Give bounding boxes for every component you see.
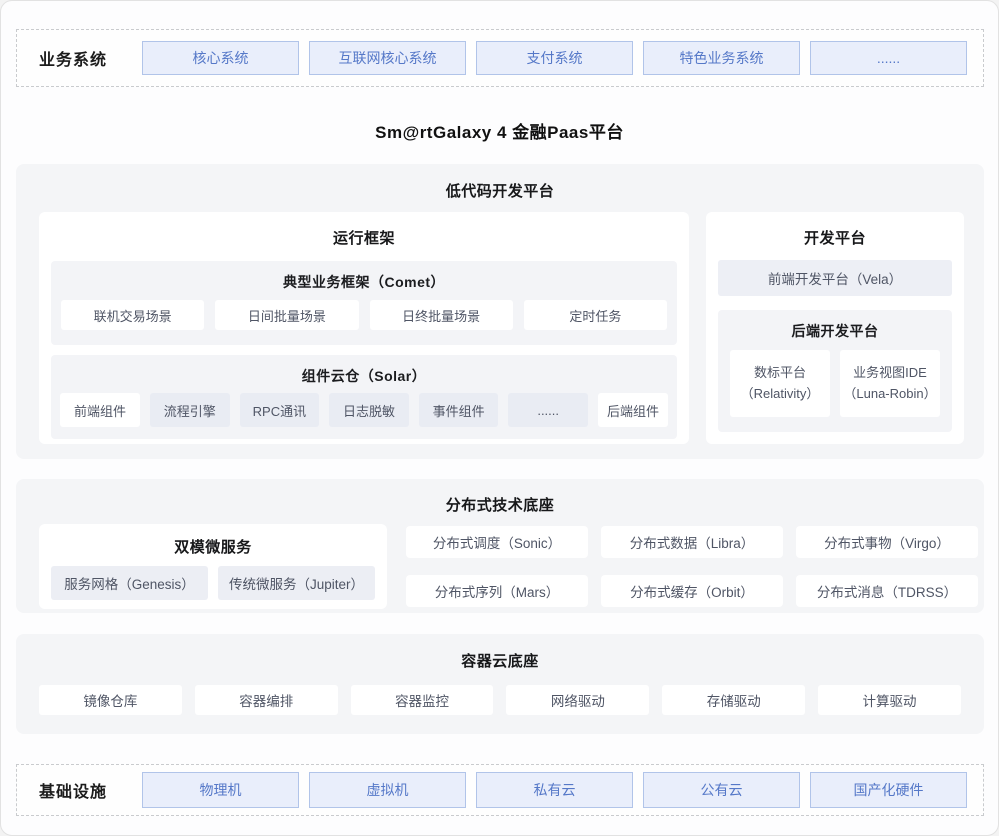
container-cloud-item: 容器编排	[195, 685, 338, 715]
distributed-item: 分布式缓存（Orbit）	[601, 575, 783, 607]
business-system-item: 核心系统	[142, 41, 299, 75]
infrastructure-item: 私有云	[476, 772, 633, 808]
solar-item: 流程引擎	[150, 393, 230, 427]
infrastructure-label: 基础设施	[39, 778, 142, 802]
container-cloud-item: 网络驱动	[506, 685, 649, 715]
distributed-items-grid: 分布式调度（Sonic） 分布式数据（Libra） 分布式事物（Virgo） 分…	[406, 526, 978, 607]
backend-dev-panel: 后端开发平台 数标平台 （Relativity） 业务视图IDE （Luna-R…	[718, 310, 952, 432]
dev-platform-card: 开发平台 前端开发平台（Vela） 后端开发平台 数标平台 （Relativit…	[706, 212, 964, 444]
comet-framework-panel: 典型业务框架（Comet） 联机交易场景 日间批量场景 日终批量场景 定时任务	[51, 261, 677, 345]
infrastructure-row: 基础设施 物理机 虚拟机 私有云 公有云 国产化硬件	[16, 764, 984, 816]
lowcode-section-title: 低代码开发平台	[16, 164, 984, 201]
distributed-item: 分布式数据（Libra）	[601, 526, 783, 558]
business-systems-row: 业务系统 核心系统 互联网核心系统 支付系统 特色业务系统 ......	[16, 29, 984, 87]
solar-item: 日志脱敏	[329, 393, 409, 427]
comet-item: 定时任务	[524, 300, 667, 330]
comet-item: 日间批量场景	[215, 300, 358, 330]
business-system-item: 互联网核心系统	[309, 41, 466, 75]
solar-item-more: ......	[508, 393, 588, 427]
lowcode-platform-section: 低代码开发平台 运行框架 典型业务框架（Comet） 联机交易场景 日间批量场景…	[16, 164, 984, 459]
distributed-item: 分布式序列（Mars）	[406, 575, 588, 607]
container-cloud-item: 计算驱动	[818, 685, 961, 715]
comet-item: 联机交易场景	[61, 300, 204, 330]
architecture-diagram: 业务系统 核心系统 互联网核心系统 支付系统 特色业务系统 ...... Sm@…	[0, 0, 999, 836]
distributed-base-section: 分布式技术底座 双模微服务 服务网格（Genesis） 传统微服务（Jupite…	[16, 479, 984, 613]
runtime-framework-title: 运行框架	[39, 212, 689, 248]
container-cloud-title: 容器云底座	[16, 634, 984, 671]
page-title: Sm@rtGalaxy 4 金融Paas平台	[1, 118, 998, 143]
backend-item-luna-robin: 业务视图IDE （Luna-Robin）	[840, 350, 940, 417]
dual-mode-microservice-card: 双模微服务 服务网格（Genesis） 传统微服务（Jupiter）	[39, 524, 387, 609]
distributed-item: 分布式事物（Virgo）	[796, 526, 978, 558]
backend-item-codename: （Luna-Robin）	[843, 384, 936, 404]
distributed-item: 分布式调度（Sonic）	[406, 526, 588, 558]
solar-item-backend: 后端组件	[598, 393, 668, 427]
solar-items-row: 前端组件 流程引擎 RPC通讯 日志脱敏 事件组件 ...... 后端组件	[51, 386, 677, 427]
backend-item-name: 数标平台	[754, 363, 806, 383]
solar-item-frontend: 前端组件	[60, 393, 140, 427]
distributed-section-title: 分布式技术底座	[16, 479, 984, 515]
dual-mode-item: 传统微服务（Jupiter）	[218, 566, 375, 600]
solar-item: RPC通讯	[240, 393, 320, 427]
container-cloud-section: 容器云底座 镜像仓库 容器编排 容器监控 网络驱动 存储驱动 计算驱动	[16, 634, 984, 734]
vela-frontend-platform: 前端开发平台（Vela）	[718, 260, 952, 296]
comet-items-row: 联机交易场景 日间批量场景 日终批量场景 定时任务	[51, 292, 677, 330]
dual-mode-items-row: 服务网格（Genesis） 传统微服务（Jupiter）	[39, 557, 387, 600]
business-system-item-more: ......	[810, 41, 967, 75]
backend-item-name: 业务视图IDE	[853, 363, 927, 383]
container-cloud-item: 存储驱动	[662, 685, 805, 715]
solar-panel-title: 组件云仓（Solar）	[51, 355, 677, 386]
runtime-framework-card: 运行框架 典型业务框架（Comet） 联机交易场景 日间批量场景 日终批量场景 …	[39, 212, 689, 444]
comet-panel-title: 典型业务框架（Comet）	[51, 261, 677, 292]
business-systems-items: 核心系统 互联网核心系统 支付系统 特色业务系统 ......	[142, 41, 967, 75]
business-system-item: 支付系统	[476, 41, 633, 75]
infrastructure-item: 物理机	[142, 772, 299, 808]
container-cloud-items-row: 镜像仓库 容器编排 容器监控 网络驱动 存储驱动 计算驱动	[16, 671, 984, 715]
solar-item: 事件组件	[419, 393, 499, 427]
backend-items-row: 数标平台 （Relativity） 业务视图IDE （Luna-Robin）	[718, 341, 952, 417]
infrastructure-item: 国产化硬件	[810, 772, 967, 808]
business-systems-label: 业务系统	[39, 46, 142, 70]
dual-mode-title: 双模微服务	[39, 524, 387, 557]
container-cloud-item: 容器监控	[351, 685, 494, 715]
backend-dev-title: 后端开发平台	[718, 310, 952, 341]
dev-platform-title: 开发平台	[706, 212, 964, 248]
business-system-item: 特色业务系统	[643, 41, 800, 75]
backend-item-relativity: 数标平台 （Relativity）	[730, 350, 830, 417]
distributed-item: 分布式消息（TDRSS）	[796, 575, 978, 607]
solar-components-panel: 组件云仓（Solar） 前端组件 流程引擎 RPC通讯 日志脱敏 事件组件 ..…	[51, 355, 677, 439]
infrastructure-item: 公有云	[643, 772, 800, 808]
backend-item-codename: （Relativity）	[741, 384, 820, 404]
dual-mode-item: 服务网格（Genesis）	[51, 566, 208, 600]
infrastructure-item: 虚拟机	[309, 772, 466, 808]
container-cloud-item: 镜像仓库	[39, 685, 182, 715]
comet-item: 日终批量场景	[370, 300, 513, 330]
infrastructure-items: 物理机 虚拟机 私有云 公有云 国产化硬件	[142, 772, 967, 808]
